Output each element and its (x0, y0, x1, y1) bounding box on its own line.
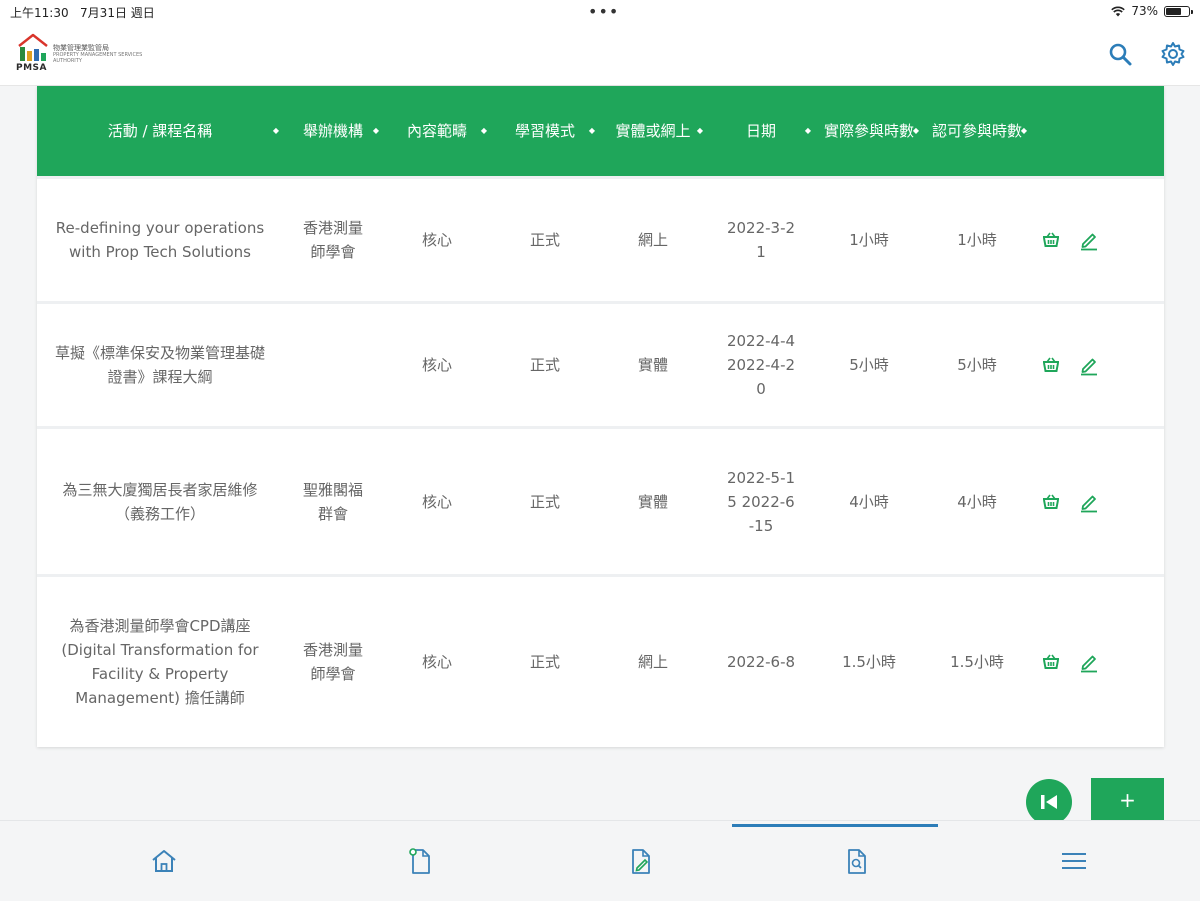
sort-icon[interactable]: ◆ (913, 120, 919, 142)
cell-name: 為三無大廈獨居長者家居維修 （義務工作） (62, 480, 258, 523)
basket-icon[interactable] (1039, 353, 1063, 377)
tab-edit-record[interactable] (520, 821, 760, 901)
sort-icon[interactable]: ◆ (481, 120, 487, 142)
col-header-mode[interactable]: 學習模式 ◆ (491, 86, 599, 176)
cell-date: 2022-3-21 (726, 219, 796, 261)
table-row: 草擬《標準保安及物業管理基礎證書》課程大綱 核心 正式 實體 2022-4-4 … (37, 301, 1164, 426)
cell-actual-hours: 4小時 (849, 492, 889, 511)
status-time-date: 上午11:30 7月31日 週日 (10, 4, 155, 21)
add-record-button[interactable]: + (1091, 778, 1164, 822)
cell-actual-hours: 5小時 (849, 356, 889, 374)
edit-icon[interactable] (1077, 490, 1101, 514)
sort-icon[interactable]: ◆ (697, 120, 703, 142)
skip-to-first-icon (1041, 795, 1057, 809)
cell-approved-hours: 1小時 (957, 231, 997, 249)
logo-caption: 物業管理業監管局 PROPERTY MANAGEMENT SERVICES AU… (53, 44, 143, 65)
tab-home[interactable] (44, 821, 284, 901)
cell-name: 草擬《標準保安及物業管理基礎證書》課程大綱 (55, 344, 266, 386)
active-tab-indicator (732, 824, 938, 827)
cell-actions (1031, 429, 1164, 574)
status-time: 上午11:30 (10, 6, 69, 20)
multitask-dots[interactable]: ••• (588, 2, 619, 21)
sort-icon[interactable]: ◆ (589, 120, 595, 142)
status-right: 73% (1111, 4, 1193, 18)
cell-name: Re-defining your operations with Prop Te… (55, 219, 265, 261)
cell-format: 實體 (637, 492, 668, 511)
pmsa-logo-mark-icon (18, 33, 48, 61)
edit-icon[interactable] (1077, 353, 1101, 377)
cell-organizer (283, 304, 383, 426)
cell-scope: 核心 (421, 231, 452, 249)
col-header-actual-hours[interactable]: 實際參與時數 ◆ (815, 86, 923, 176)
cell-actual-hours: 1小時 (849, 231, 889, 249)
edit-document-icon (632, 849, 650, 874)
col-header-date[interactable]: 日期 ◆ (707, 86, 815, 176)
menu-icon (1062, 853, 1086, 869)
cell-date: 2022-5-15 2022-6-15 (726, 468, 796, 535)
skip-to-first-button[interactable] (1026, 779, 1072, 825)
status-date: 7月31日 週日 (80, 6, 155, 20)
document-icon (409, 848, 430, 874)
pmsa-logo: 物業管理業監管局 PROPERTY MANAGEMENT SERVICES AU… (16, 32, 146, 76)
cell-approved-hours: 1.5小時 (950, 653, 1004, 671)
wifi-icon (1111, 6, 1126, 16)
cell-actions (1031, 179, 1164, 301)
col-header-organizer[interactable]: 舉辦機構 ◆ (283, 86, 383, 176)
cpd-records-table: 活動 / 課程名稱 ◆ 舉辦機構 ◆ 內容範疇 ◆ 學習模式 ◆ 實體或網上 ◆ 日期 ◆ … (37, 86, 1164, 747)
cell-scope: 核心 (421, 492, 452, 511)
search-document-icon (848, 849, 866, 874)
status-bar: 上午11:30 7月31日 週日 ••• 73% (0, 0, 1200, 24)
cell-name: 為香港測量師學會CPD講座 (Digital Transformation fo… (61, 617, 259, 707)
cell-mode: 正式 (529, 492, 560, 511)
edit-icon[interactable] (1077, 650, 1101, 674)
cell-actions (1031, 304, 1164, 426)
home-icon (152, 850, 176, 872)
tab-search-records[interactable] (736, 821, 976, 901)
cell-format: 網上 (637, 653, 668, 671)
cell-approved-hours: 4小時 (957, 492, 997, 511)
logo-wordmark: PMSA (16, 63, 47, 73)
sort-icon[interactable]: ◆ (1021, 120, 1027, 142)
table-row: 為三無大廈獨居長者家居維修 （義務工作） 聖雅閣福群會 核心 正式 實體 202… (37, 426, 1164, 574)
edit-icon[interactable] (1077, 228, 1101, 252)
cell-organizer: 香港測量師學會 (302, 219, 363, 261)
cell-mode: 正式 (529, 231, 560, 249)
cell-mode: 正式 (529, 356, 560, 374)
cell-actions (1031, 577, 1164, 747)
sort-icon[interactable]: ◆ (373, 120, 379, 142)
basket-icon[interactable] (1039, 490, 1063, 514)
cell-organizer: 香港測量師學會 (302, 641, 363, 683)
col-header-approved-hours[interactable]: 認可參與時數 ◆ (923, 86, 1031, 176)
table-row: Re-defining your operations with Prop Te… (37, 176, 1164, 301)
cell-format: 實體 (637, 356, 668, 374)
cell-organizer: 聖雅閣福群會 (302, 480, 363, 523)
sort-icon[interactable]: ◆ (273, 120, 279, 142)
col-header-scope[interactable]: 內容範疇 ◆ (383, 86, 491, 176)
battery-icon (1164, 5, 1193, 17)
col-header-name[interactable]: 活動 / 課程名稱 ◆ (37, 86, 283, 176)
tab-menu[interactable] (954, 821, 1194, 901)
table-row: 為香港測量師學會CPD講座 (Digital Transformation fo… (37, 574, 1164, 747)
tab-documents[interactable] (300, 821, 540, 901)
table-body: Re-defining your operations with Prop Te… (37, 176, 1164, 747)
col-header-actions (1031, 86, 1164, 176)
table-header: 活動 / 課程名稱 ◆ 舉辦機構 ◆ 內容範疇 ◆ 學習模式 ◆ 實體或網上 ◆ 日期 ◆ … (37, 86, 1164, 176)
cell-actual-hours: 1.5小時 (842, 653, 896, 671)
cell-scope: 核心 (421, 653, 452, 671)
basket-icon[interactable] (1039, 650, 1063, 674)
battery-percent: 73% (1131, 4, 1158, 18)
gear-icon[interactable] (1159, 40, 1187, 68)
cell-date: 2022-6-8 (726, 653, 796, 671)
cell-mode: 正式 (529, 653, 560, 671)
search-icon[interactable] (1106, 40, 1134, 68)
app-header: 物業管理業監管局 PROPERTY MANAGEMENT SERVICES AU… (0, 24, 1200, 86)
cell-date: 2022-4-4 2022-4-20 (726, 332, 796, 398)
cell-format: 網上 (637, 231, 668, 249)
sort-icon[interactable]: ◆ (805, 120, 811, 142)
col-header-format[interactable]: 實體或網上 ◆ (599, 86, 707, 176)
cell-approved-hours: 5小時 (957, 356, 997, 374)
basket-icon[interactable] (1039, 228, 1063, 252)
bottom-tab-bar (0, 820, 1200, 901)
cell-scope: 核心 (421, 356, 452, 374)
